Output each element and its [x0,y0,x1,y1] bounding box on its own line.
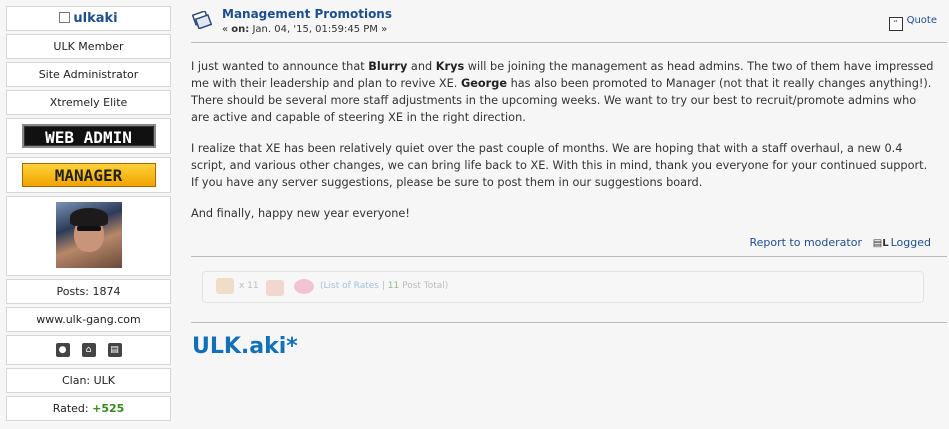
header-divider [191,42,947,43]
member-rank: Xtremely Elite [6,90,171,115]
thumbs-down-icon[interactable] [266,280,284,296]
p1-bold-george: George [460,77,507,90]
total-rate-count: 11 [387,281,400,291]
rates-separator: | [381,281,385,291]
manager-badge: MANAGER [21,163,156,187]
signature: ULK.aki* [192,334,298,359]
signature-divider [191,322,947,323]
quote-label: Quote [906,15,937,26]
manager-badge-box: MANAGER [6,157,171,193]
username-box[interactable]: ulkaki [6,6,171,31]
footer-divider [191,256,947,257]
paragraph-2: I realize that XE has been relatively qu… [191,142,928,189]
post-total-label: Post Total) [402,281,449,291]
clan: Clan: ULK [6,368,171,393]
p1-text-1: I just wanted to announce that [191,60,369,73]
post-date: « on: Jan. 04, '15, 01:59:45 PM » [222,24,388,35]
ip-logged-icon: ▤L [872,238,889,249]
p1-bold-krys: Krys [435,60,465,73]
rating-box: Rated: +525 [6,396,171,421]
post-icon [192,11,212,29]
brain-icon[interactable] [294,279,314,294]
post-title[interactable]: Management Promotions [222,7,392,21]
poster-sidebar: ulkaki ULK Member Site Administrator Xtr… [6,6,171,424]
profile-icon[interactable]: ● [55,343,70,357]
web-admin-badge: WEB ADMIN [21,124,156,148]
avatar-glasses [76,226,101,231]
rates-summary: (List of Rates | 11 Post Total) [320,281,448,291]
avatar-box [6,196,171,276]
post-body: I just wanted to announce that Blurry an… [191,58,936,236]
quote-button[interactable]: “Quote [888,15,937,31]
member-group: ULK Member [6,34,171,59]
date-prefix: on: [231,24,250,35]
website-link[interactable]: www.ulk-gang.com [6,307,171,332]
date-value: Jan. 04, '15, 01:59:45 PM » [252,24,388,35]
p1-text-2: and [407,60,436,73]
rates-bar: x 11 (List of Rates | 11 Post Total) [202,271,924,303]
username[interactable]: ulkaki [73,11,117,26]
profile-icons-row: ● ⌂ ▤ [6,335,171,365]
post-count: Posts: 1874 [6,279,171,304]
report-to-moderator-link[interactable]: Report to moderator [749,236,862,249]
paragraph-3: And finally, happy new year everyone! [191,207,410,220]
blog-icon[interactable]: ▤ [107,343,122,357]
thumbs-up-icon[interactable] [216,278,234,294]
avatar[interactable] [55,202,122,268]
list-of-rates-link[interactable]: (List of Rates [320,281,379,291]
logged-indicator: ▤L Logged [873,236,931,249]
rated-label: Rated: [52,402,89,415]
member-title: Site Administrator [6,62,171,87]
rated-value: +525 [92,402,125,415]
paragraph-1: I just wanted to announce that Blurry an… [191,58,936,126]
web-admin-badge-box: WEB ADMIN [6,118,171,154]
thumbs-up-count: x 11 [239,281,259,291]
home-icon[interactable]: ⌂ [81,343,96,357]
avatar-hair [69,208,108,226]
quote-icon: “ [888,17,903,31]
logged-label: Logged [890,236,931,249]
p1-bold-blurry: Blurry [368,60,408,73]
online-status-icon [59,12,71,23]
